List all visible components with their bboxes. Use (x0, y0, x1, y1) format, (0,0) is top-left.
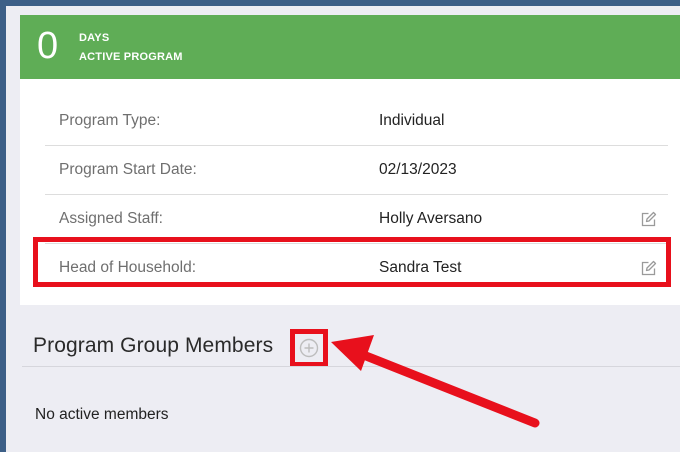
detail-value: Sandra Test (379, 259, 462, 276)
detail-row-program-start-date: Program Start Date: 02/13/2023 (45, 146, 668, 195)
content-frame: 0 DAYS ACTIVE PROGRAM Program Type: Indi… (6, 6, 680, 452)
detail-label: Program Start Date: (59, 161, 197, 178)
section-title-group-members: Program Group Members (33, 334, 274, 357)
program-status: ACTIVE PROGRAM (79, 51, 183, 63)
detail-label: Program Type: (59, 112, 161, 129)
section-divider (22, 366, 680, 367)
detail-row-assigned-staff: Assigned Staff: Holly Aversano (45, 195, 668, 244)
detail-label: Head of Household: (59, 259, 197, 276)
detail-label: Assigned Staff: (59, 210, 163, 227)
program-status-banner: 0 DAYS ACTIVE PROGRAM (20, 15, 680, 79)
edit-icon[interactable] (640, 211, 657, 228)
days-count: 0 (37, 25, 59, 67)
days-unit: DAYS (79, 32, 110, 44)
add-member-button[interactable] (290, 329, 328, 367)
detail-value: 02/13/2023 (379, 161, 457, 178)
plus-circle-icon (299, 338, 319, 358)
detail-value: Holly Aversano (379, 210, 483, 227)
detail-row-head-of-household: Head of Household: Sandra Test (45, 244, 668, 292)
detail-row-program-type: Program Type: Individual (45, 97, 668, 146)
empty-members-message: No active members (35, 406, 169, 423)
detail-value: Individual (379, 112, 445, 129)
edit-icon[interactable] (640, 260, 657, 277)
program-card: 0 DAYS ACTIVE PROGRAM Program Type: Indi… (20, 15, 680, 305)
